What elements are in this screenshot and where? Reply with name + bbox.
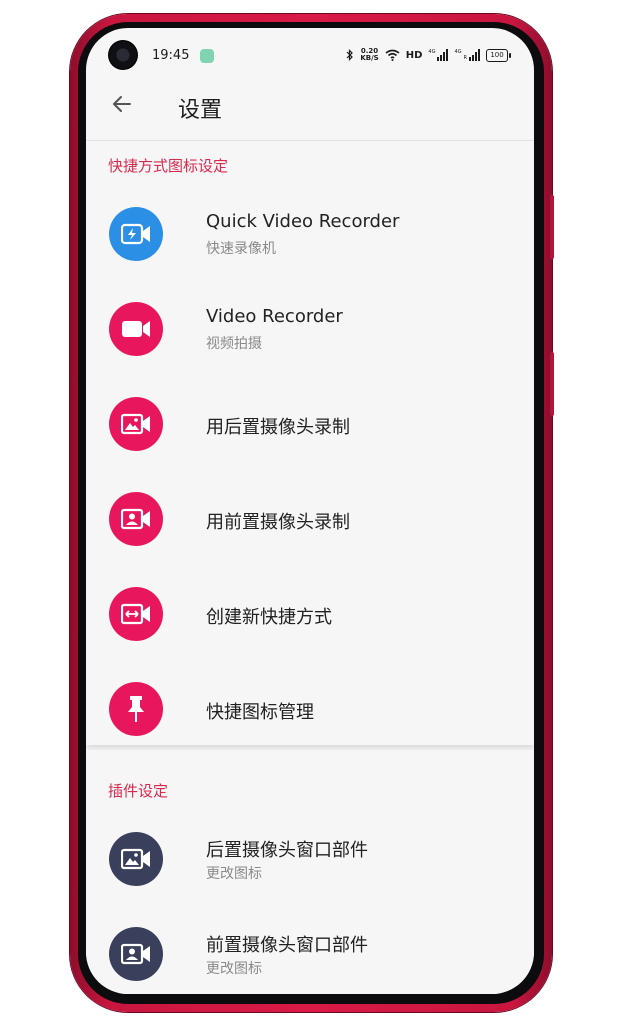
widget-settings-card: 插件设定 后置摄像头窗口部件 更改图标 前置摄像头窗口部件 更改图标 (86, 750, 534, 994)
create-shortcut-icon (109, 587, 163, 641)
shortcut-item-quick-video-recorder[interactable]: Quick Video Recorder 快速录像机 (86, 186, 534, 281)
status-time: 19:45 (152, 48, 190, 63)
widget-item-front-camera[interactable]: 前置摄像头窗口部件 更改图标 (86, 906, 534, 994)
item-title: 前置摄像头窗口部件 (206, 935, 368, 956)
power-button (550, 195, 554, 259)
status-icons: 0.20 KB/S HD 4G 4G R 100 (346, 44, 511, 66)
section-title-shortcuts: 快捷方式图标设定 (108, 157, 229, 175)
item-title: Video Recorder (206, 306, 343, 327)
notification-app-icon (200, 49, 214, 63)
widget-item-rear-camera[interactable]: 后置摄像头窗口部件 更改图标 (86, 811, 534, 906)
signal-icon-1: 4G (428, 49, 449, 61)
item-title: 后置摄像头窗口部件 (206, 840, 368, 861)
screen: 19:45 0.20 KB/S HD 4G 4G R 100 设置 快捷方式图标… (86, 28, 534, 994)
item-title: Quick Video Recorder (206, 211, 400, 232)
volume-button (550, 352, 554, 416)
shortcut-item-manage-icons[interactable]: 快捷图标管理 (86, 661, 534, 756)
shortcut-item-rear-camera-record[interactable]: 用后置摄像头录制 (86, 376, 534, 471)
network-label-2: 4G (454, 49, 462, 55)
back-arrow-icon[interactable] (110, 92, 134, 116)
page-title: 设置 (178, 98, 223, 123)
video-camera-icon (109, 302, 163, 356)
wifi-icon (385, 49, 400, 61)
item-title: 用后置摄像头录制 (206, 417, 350, 438)
item-title: 用前置摄像头录制 (206, 512, 350, 533)
item-title: 快捷图标管理 (206, 702, 314, 723)
shortcut-item-front-camera-record[interactable]: 用前置摄像头录制 (86, 471, 534, 566)
signal-icon-2: 4G R (454, 49, 480, 61)
net-speed: 0.20 KB/S (360, 48, 378, 62)
shortcut-settings-card: 快捷方式图标设定 Quick Video Recorder 快速录像机 Vide… (86, 141, 534, 745)
hd-label: HD (405, 49, 423, 61)
battery-icon: 100 (486, 48, 511, 62)
flash-video-camera-icon (109, 207, 163, 261)
front-camera-widget-icon (109, 927, 163, 981)
battery-level: 100 (490, 50, 504, 59)
pin-icon (109, 682, 163, 736)
item-subtitle: 视频拍摄 (206, 336, 262, 352)
network-label-1: 4G (428, 49, 436, 55)
rear-camera-widget-icon (109, 832, 163, 886)
network-sub-label: R (463, 55, 467, 61)
item-subtitle: 更改图标 (206, 961, 262, 977)
front-camera (108, 40, 138, 70)
net-speed-unit: KB/S (360, 54, 379, 62)
front-camera-record-icon (109, 492, 163, 546)
app-bar: 设置 (86, 78, 534, 141)
rear-camera-record-icon (109, 397, 163, 451)
item-subtitle: 快速录像机 (206, 241, 276, 257)
item-title: 创建新快捷方式 (206, 607, 332, 628)
shortcut-item-video-recorder[interactable]: Video Recorder 视频拍摄 (86, 281, 534, 376)
section-title-widgets: 插件设定 (108, 782, 169, 800)
bluetooth-icon (346, 49, 354, 61)
shortcut-item-create-shortcut[interactable]: 创建新快捷方式 (86, 566, 534, 661)
item-subtitle: 更改图标 (206, 866, 262, 882)
